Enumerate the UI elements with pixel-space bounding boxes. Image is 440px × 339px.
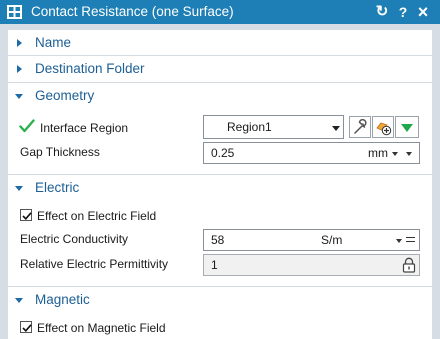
electric-conductivity-label: Electric Conductivity <box>20 232 129 246</box>
section-destination-header[interactable]: Destination Folder <box>8 56 432 82</box>
dialog-content: Name Destination Folder Geometry Interfa… <box>8 30 432 339</box>
close-button[interactable]: × <box>415 3 431 21</box>
chevron-down-icon <box>15 298 23 303</box>
interface-region-select[interactable]: Region1 <box>203 115 344 139</box>
interface-region-label: Interface Region <box>40 121 129 135</box>
interface-region-value: Region1 <box>227 120 272 134</box>
section-name-header[interactable]: Name <box>8 30 432 56</box>
expand-options-button[interactable] <box>395 116 419 138</box>
electric-conductivity-value: 58 <box>211 233 225 247</box>
section-electric-label: Electric <box>35 180 80 195</box>
wrench-icon <box>352 118 368 138</box>
chevron-down-icon <box>392 152 398 156</box>
contact-resistance-icon <box>7 5 22 19</box>
help-button[interactable]: ? <box>395 3 411 21</box>
section-geometry-header[interactable]: Geometry <box>8 83 432 109</box>
magnetic-effect-label: Effect on Magnetic Field <box>37 321 166 335</box>
checkmark-icon <box>22 324 32 332</box>
green-check-icon <box>19 119 35 136</box>
green-expand-icon <box>401 124 413 132</box>
chevron-down-icon <box>15 186 23 191</box>
relative-permittivity-value: 1 <box>211 258 218 272</box>
lock-icon[interactable] <box>402 257 416 276</box>
electric-effect-label: Effect on Electric Field <box>37 209 157 223</box>
electric-effect-checkbox[interactable] <box>20 209 32 221</box>
equals-icon <box>406 237 415 238</box>
section-geometry-label: Geometry <box>35 88 95 103</box>
chevron-down-icon <box>406 152 412 156</box>
select-object-icon <box>375 119 392 139</box>
section-magnetic-header[interactable]: Magnetic <box>8 287 432 313</box>
electric-conductivity-field[interactable]: 58 S/m <box>203 229 420 251</box>
relative-permittivity-label: Relative Electric Permittivity <box>20 257 169 271</box>
relative-permittivity-field: 1 <box>203 254 420 276</box>
chevron-down-icon <box>396 239 402 243</box>
section-electric-header[interactable]: Electric <box>8 175 432 201</box>
gap-thickness-value: 0.25 <box>211 146 235 160</box>
title-bar: Contact Resistance (one Surface) ↻ ? × <box>0 0 440 24</box>
checkmark-icon <box>22 212 32 220</box>
section-magnetic-label: Magnetic <box>35 292 90 307</box>
chevron-right-icon <box>17 65 22 73</box>
chevron-down-icon <box>332 126 340 131</box>
gap-thickness-field[interactable]: 0.25 mm <box>203 142 420 164</box>
reset-button[interactable]: ↻ <box>374 3 390 21</box>
electric-conductivity-unit: S/m <box>321 233 343 247</box>
equals-icon <box>406 241 415 242</box>
chevron-down-icon <box>15 94 23 99</box>
gap-thickness-label: Gap Thickness <box>20 145 100 159</box>
magnetic-effect-checkbox[interactable] <box>20 321 32 333</box>
wrench-button[interactable] <box>349 116 371 138</box>
chevron-right-icon <box>17 39 22 47</box>
window-title: Contact Resistance (one Surface) <box>31 4 234 19</box>
gap-thickness-unit: mm <box>368 146 388 160</box>
section-name-label: Name <box>35 35 72 50</box>
section-destination-label: Destination Folder <box>35 61 145 76</box>
select-object-button[interactable] <box>372 116 394 138</box>
